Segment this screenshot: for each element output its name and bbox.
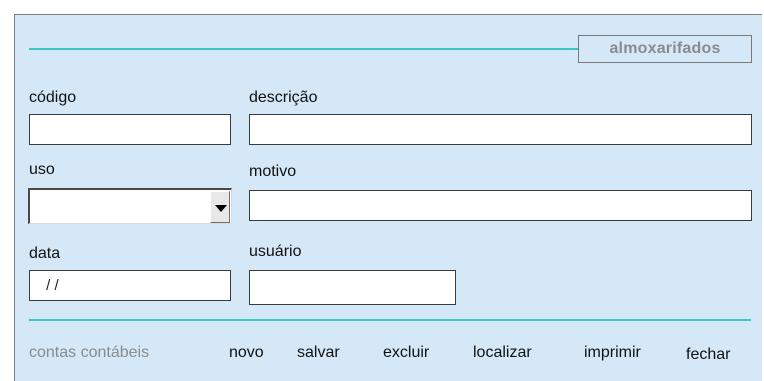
motivo-field[interactable] — [249, 190, 752, 221]
footer-divider — [29, 319, 751, 321]
header-divider — [29, 48, 578, 50]
codigo-field[interactable] — [29, 114, 231, 145]
uso-label: uso — [29, 161, 55, 178]
descricao-field[interactable] — [249, 114, 752, 145]
usuario-label: usuário — [249, 243, 302, 260]
data-label: data — [29, 245, 61, 262]
section-title: almoxarifados — [578, 35, 752, 63]
codigo-label: código — [29, 89, 77, 106]
descricao-label: descrição — [249, 89, 318, 106]
usuario-field[interactable] — [249, 270, 456, 305]
uso-dropdown-button[interactable] — [210, 191, 230, 223]
contas-contabeis-link[interactable]: contas contábeis — [29, 343, 149, 363]
salvar-button[interactable]: salvar — [297, 343, 340, 363]
fechar-button[interactable]: fechar — [686, 345, 730, 365]
localizar-button[interactable]: localizar — [473, 343, 532, 363]
data-field[interactable] — [29, 270, 231, 301]
excluir-button[interactable]: excluir — [383, 343, 429, 363]
novo-button[interactable]: novo — [229, 343, 264, 363]
imprimir-button[interactable]: imprimir — [584, 343, 641, 363]
motivo-label: motivo — [249, 163, 297, 180]
chevron-down-icon — [215, 205, 227, 212]
uso-select[interactable] — [28, 188, 232, 224]
